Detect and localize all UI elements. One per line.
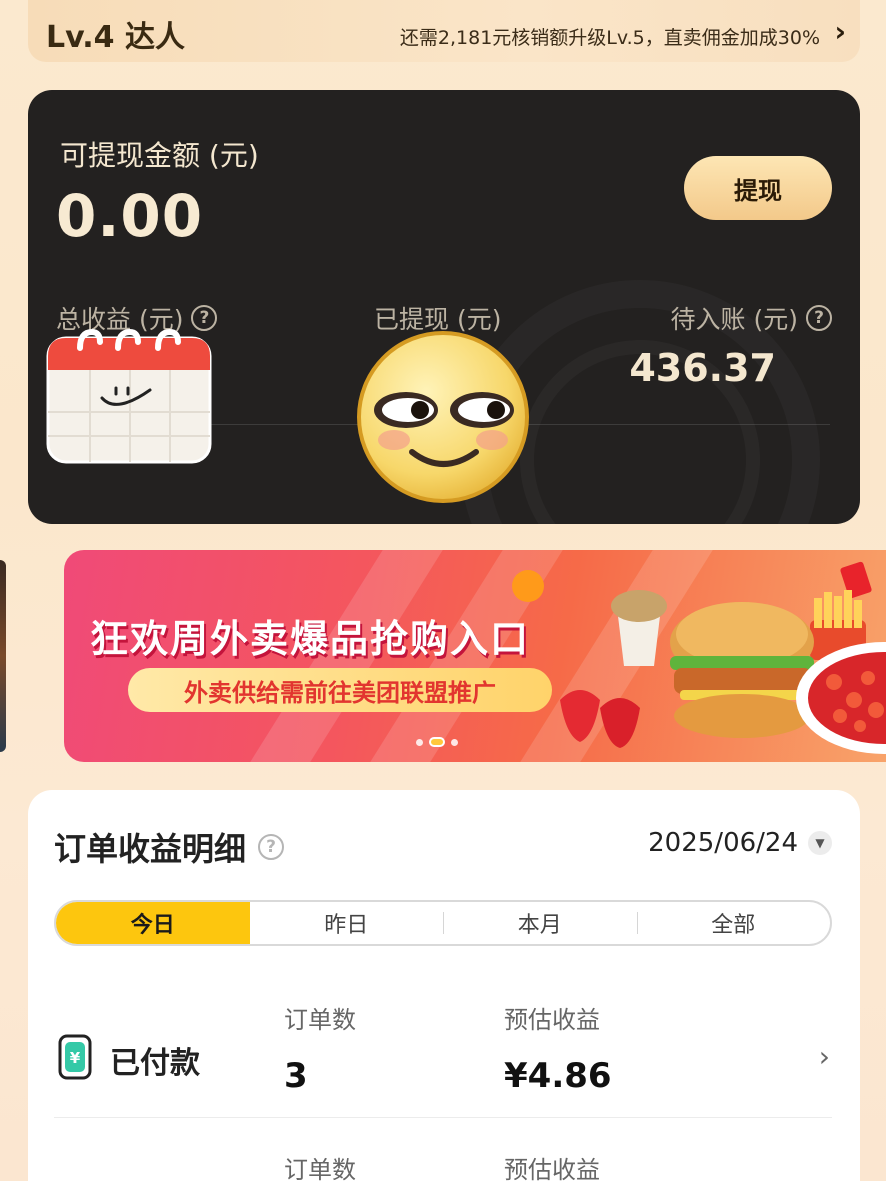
order-row-second[interactable]: 订单数 预估收益	[54, 1150, 832, 1181]
estimated-income-label: 预估收益	[504, 1006, 600, 1034]
period-tabs: 今日 昨日 本月 全部	[54, 900, 832, 946]
level-title: Lv.4 达人	[46, 20, 185, 55]
date-selector[interactable]: 2025/06/24 ▼	[648, 828, 832, 858]
smiley-sticker-icon	[357, 331, 529, 503]
previous-banner-peek	[0, 560, 6, 752]
level-bar[interactable]: Lv.4 达人 还需2,181元核销额升级Lv.5，直卖佣金加成30% ›	[28, 0, 860, 62]
banner-subtitle: 外卖供给需前往美团联盟推广	[128, 668, 552, 712]
tab-this-month[interactable]: 本月	[443, 902, 637, 944]
row-label: 已付款	[110, 1046, 200, 1081]
order-income-card: 订单收益明细 ? 2025/06/24 ▼ 今日 昨日 本月 全部 ¥ 已付款 …	[28, 790, 860, 1181]
pending-stat: 待入账 (元) ?	[671, 300, 832, 336]
carousel-dot-active[interactable]	[429, 737, 445, 747]
tab-today[interactable]: 今日	[56, 902, 250, 944]
withdrawable-label: 可提现金额 (元)	[60, 139, 259, 172]
level-upgrade-tip: 还需2,181元核销额升级Lv.5，直卖佣金加成30%	[399, 27, 820, 49]
order-count-label: 订单数	[284, 1006, 356, 1034]
pending-value: 436.37	[629, 346, 776, 390]
help-icon[interactable]: ?	[806, 305, 832, 331]
calendar-sticker-icon	[46, 328, 212, 464]
order-count-label: 订单数	[284, 1156, 356, 1181]
orders-title-text: 订单收益明细	[54, 830, 247, 868]
carousel-dot[interactable]	[416, 738, 423, 746]
withdraw-button[interactable]: 提现	[684, 156, 832, 220]
orders-title: 订单收益明细 ?	[54, 824, 285, 870]
banner-title: 狂欢周外卖爆品抢购入口	[90, 617, 531, 661]
chevron-down-icon: ▼	[808, 831, 832, 855]
carousel-dots	[416, 737, 458, 747]
carousel-dot[interactable]	[451, 738, 458, 746]
tab-yesterday[interactable]: 昨日	[250, 902, 444, 944]
tab-all[interactable]: 全部	[636, 902, 831, 944]
date-text: 2025/06/24	[648, 828, 798, 858]
estimated-income-value: ¥4.86	[504, 1056, 612, 1096]
pending-label: 待入账 (元)	[670, 305, 798, 334]
withdrawable-amount: 0.00	[56, 182, 204, 250]
order-row-paid[interactable]: ¥ 已付款 订单数 3 预估收益 ¥4.86 ›	[54, 1000, 832, 1118]
promo-banner[interactable]: 狂欢周外卖爆品抢购入口 外卖供给需前往美团联盟推广	[64, 550, 886, 762]
chevron-right-icon[interactable]: ›	[819, 1040, 830, 1073]
svg-text:¥: ¥	[70, 1049, 81, 1067]
order-count-value: 3	[284, 1056, 308, 1096]
wallet-yen-icon: ¥	[58, 1034, 92, 1080]
help-icon[interactable]: ?	[258, 834, 285, 860]
food-illustration-icon	[512, 561, 886, 754]
chevron-right-icon[interactable]: ›	[834, 15, 846, 48]
estimated-income-label: 预估收益	[504, 1156, 600, 1181]
